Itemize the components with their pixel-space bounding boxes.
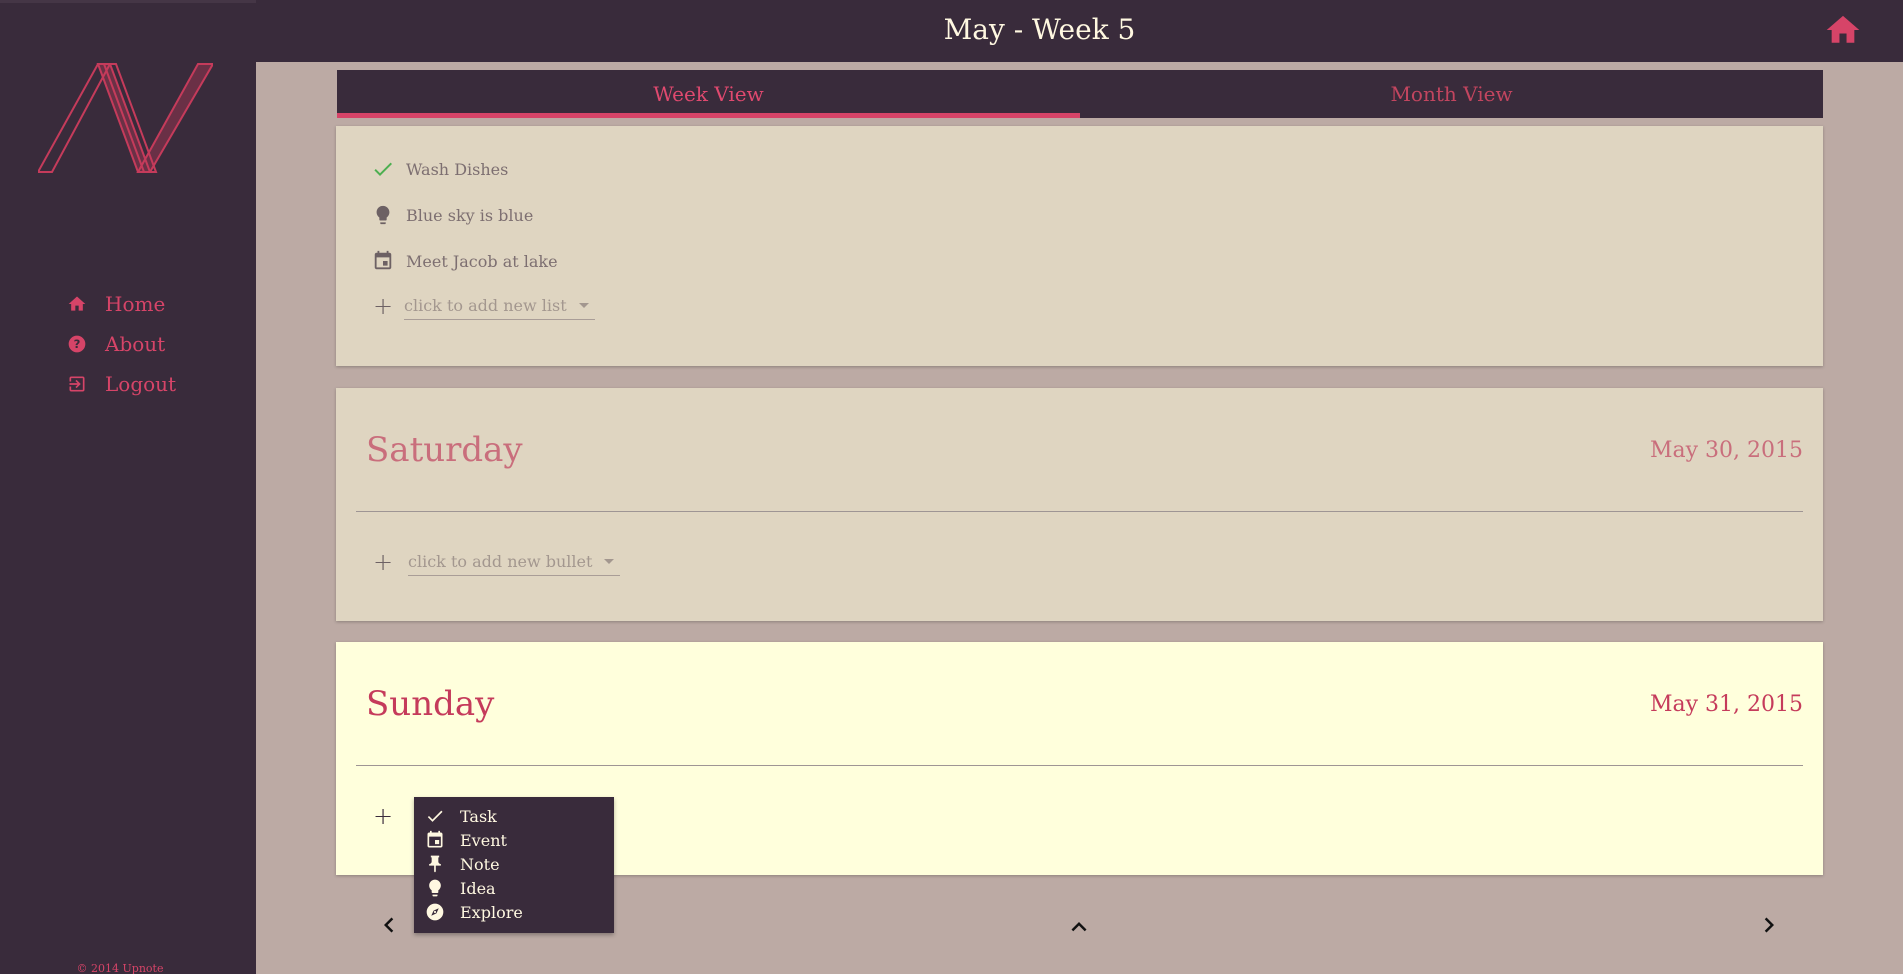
tab-week-view[interactable]: Week View (337, 70, 1080, 118)
logout-icon (66, 373, 88, 395)
add-icon[interactable]: + (370, 292, 396, 320)
sidebar-item-home[interactable]: Home (66, 284, 176, 324)
list-item[interactable]: Blue sky is blue (370, 202, 533, 228)
list-item[interactable]: Wash Dishes (370, 156, 508, 182)
sidebar-top-divider (0, 0, 256, 3)
day-card-saturday: Saturday May 30, 2015 + click to add new… (336, 388, 1823, 621)
sidebar-item-label: Logout (105, 372, 177, 396)
add-list-placeholder: click to add new list (404, 296, 567, 315)
day-divider (356, 511, 1803, 512)
chevron-down-icon (578, 303, 589, 308)
copyright: © 2014 Upnote (76, 962, 164, 974)
home-button[interactable] (1826, 14, 1860, 46)
calendar-icon (424, 829, 446, 851)
list-item-text: Blue sky is blue (406, 205, 534, 225)
menu-item-note[interactable]: Note (414, 852, 614, 876)
menu-item-task[interactable]: Task (414, 804, 614, 828)
previous-week-button[interactable] (374, 910, 404, 940)
check-icon (424, 805, 446, 827)
sidebar: Home ? About Logout © 2014 Upnote (0, 0, 256, 974)
app-logo (38, 63, 213, 173)
day-date: May 31, 2015 (1649, 692, 1803, 717)
chevron-up-icon (1071, 922, 1087, 932)
list-item-text: Meet Jacob at lake (406, 251, 558, 271)
menu-item-label: Note (460, 854, 500, 874)
compass-icon (424, 901, 446, 923)
menu-item-explore[interactable]: Explore (414, 900, 614, 924)
add-bullet-placeholder: click to add new bullet (408, 552, 593, 571)
home-icon (1826, 15, 1860, 43)
top-bar: May - Week 5 (256, 0, 1903, 62)
view-tabs: Week View Month View (337, 70, 1823, 118)
sidebar-nav: Home ? About Logout (66, 284, 176, 404)
add-bullet-row: + click to add new bullet (370, 548, 621, 576)
pin-icon (424, 853, 446, 875)
active-tab-indicator (337, 113, 1080, 118)
add-list-select[interactable]: click to add new list (404, 292, 595, 320)
help-icon: ? (66, 333, 88, 355)
sidebar-item-logout[interactable]: Logout (66, 364, 176, 404)
menu-item-label: Explore (460, 902, 523, 922)
add-icon[interactable]: + (370, 548, 396, 576)
menu-item-label: Idea (460, 878, 496, 898)
menu-item-event[interactable]: Event (414, 828, 614, 852)
chevron-left-icon (384, 917, 394, 933)
lightbulb-icon (370, 202, 396, 228)
day-name: Saturday (366, 430, 523, 470)
add-bullet-select[interactable]: click to add new bullet (408, 548, 621, 576)
tab-month-view[interactable]: Month View (1080, 70, 1823, 118)
home-icon (66, 293, 88, 315)
calendar-icon (370, 248, 396, 274)
sidebar-item-label: Home (105, 292, 166, 316)
list-item-text: Wash Dishes (406, 159, 509, 179)
day-divider (356, 765, 1803, 766)
page-title: May - Week 5 (943, 13, 1136, 46)
scroll-top-button[interactable] (1064, 912, 1094, 942)
list-item[interactable]: Meet Jacob at lake (370, 248, 558, 274)
sidebar-item-about[interactable]: ? About (66, 324, 176, 364)
sidebar-item-label: About (105, 332, 166, 356)
check-icon (370, 156, 396, 182)
add-list-row: + click to add new list (370, 292, 595, 320)
lightbulb-icon (424, 877, 446, 899)
chevron-right-icon (1764, 917, 1774, 933)
day-card-friday: Wash Dishes Blue sky is blue Meet Jacob … (336, 126, 1823, 366)
svg-text:?: ? (74, 337, 81, 351)
bullet-type-menu: Task Event Note Idea Explore (414, 797, 614, 933)
add-bullet-row: + (370, 802, 404, 830)
day-date: May 30, 2015 (1649, 438, 1803, 463)
day-name: Sunday (366, 684, 495, 724)
menu-item-label: Event (460, 830, 507, 850)
menu-item-idea[interactable]: Idea (414, 876, 614, 900)
add-icon[interactable]: + (370, 802, 396, 830)
menu-item-label: Task (460, 806, 497, 826)
chevron-down-icon (604, 559, 615, 564)
next-week-button[interactable] (1754, 910, 1784, 940)
